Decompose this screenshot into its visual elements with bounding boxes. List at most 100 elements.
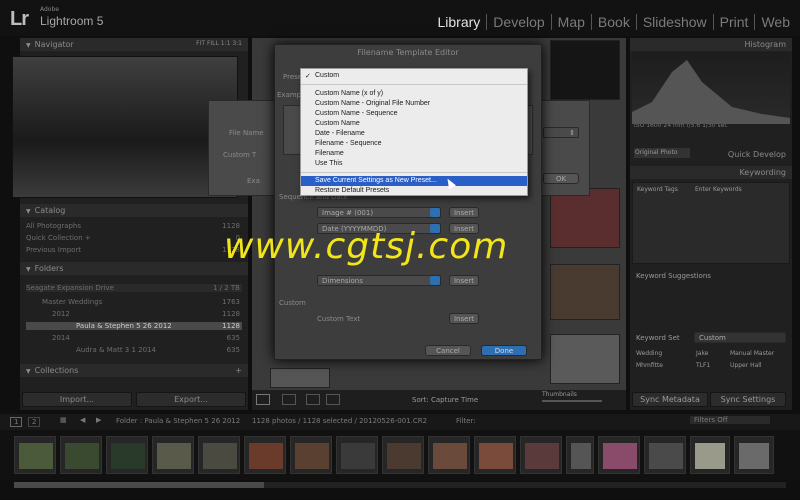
grid-thumbnail[interactable] <box>550 188 620 248</box>
grid-thumbnail[interactable] <box>550 264 620 320</box>
cancel-button[interactable]: Cancel <box>425 345 471 356</box>
module-book[interactable]: Book <box>590 14 636 30</box>
menu-item[interactable]: Date - Filename <box>301 129 527 139</box>
filmstrip-thumbnail[interactable] <box>14 436 56 474</box>
insert-button[interactable]: Insert <box>449 207 479 218</box>
folder-row[interactable]: Audra & Matt 3 1 2014 635 <box>26 346 242 354</box>
filmstrip-thumbnail[interactable] <box>566 436 594 474</box>
module-picker: Library Develop Map Book Slideshow Print… <box>432 14 797 30</box>
keyword-chip[interactable]: Mhmfitte <box>636 362 663 369</box>
quick-develop-header[interactable]: Quick Develop <box>692 148 792 161</box>
keyword-set-select[interactable]: Custom <box>694 332 786 343</box>
keywording-header[interactable]: Keywording <box>630 166 792 179</box>
image-number-select[interactable]: Image # (001) <box>317 207 441 218</box>
menu-item[interactable]: Custom Name (x of y) <box>301 89 527 99</box>
menu-item-save-preset[interactable]: Save Current Settings as New Preset... <box>301 176 527 186</box>
filmstrip-thumbnail[interactable] <box>290 436 332 474</box>
navigator-header[interactable]: ▼ Navigator FIT FILL 1:1 3:1 <box>20 38 248 51</box>
thumbnail-size-slider[interactable] <box>542 400 602 402</box>
menu-item[interactable]: Custom Name - Sequence <box>301 109 527 119</box>
filmstrip-thumbnail[interactable] <box>106 436 148 474</box>
menu-item[interactable]: Filename - Sequence <box>301 139 527 149</box>
module-web[interactable]: Web <box>754 14 796 30</box>
brand-name: Lightroom 5 <box>40 14 104 28</box>
catalog-item[interactable]: Previous Import 1128 <box>26 246 242 254</box>
page-2-button[interactable]: 2 <box>28 417 41 427</box>
grid-icon[interactable]: ▦ <box>60 416 67 424</box>
keyword-chip[interactable]: Wedding <box>636 350 662 357</box>
filmstrip-thumbnail[interactable] <box>520 436 562 474</box>
module-develop[interactable]: Develop <box>486 14 550 30</box>
menu-item[interactable]: Filename <box>301 149 527 159</box>
folder-row[interactable]: 2012 1128 <box>26 310 242 318</box>
filmstrip-thumbnail[interactable] <box>690 436 730 474</box>
dimensions-select[interactable]: Dimensions <box>317 275 441 286</box>
drive-row[interactable]: Seagate Expansion Drive 1 / 2 TB <box>26 284 242 292</box>
keyword-chip[interactable]: Manual Master <box>730 350 774 357</box>
filmstrip-thumbnail[interactable] <box>382 436 424 474</box>
filmstrip-thumbnail[interactable] <box>428 436 470 474</box>
grid-view-icon[interactable] <box>256 394 270 405</box>
add-collection-icon[interactable]: + <box>235 366 242 375</box>
navigator-preview[interactable] <box>12 56 238 198</box>
folder-row[interactable]: 2014 635 <box>26 334 242 342</box>
compare-view-icon[interactable] <box>306 394 320 405</box>
module-map[interactable]: Map <box>550 14 591 30</box>
menu-item-restore-defaults[interactable]: Restore Default Presets <box>301 186 527 196</box>
filename-select[interactable]: ⇕ <box>543 127 579 138</box>
module-library[interactable]: Library <box>432 14 487 30</box>
original-photo-toggle[interactable]: Original Photo <box>634 148 690 158</box>
navigator-zoom[interactable]: FIT FILL 1:1 3:1 <box>196 40 242 47</box>
export-button[interactable]: Export... <box>136 392 246 407</box>
sync-settings-button[interactable]: Sync Settings <box>710 392 786 407</box>
histogram-header[interactable]: Histogram <box>630 38 792 51</box>
back-arrow-icon[interactable]: ◀ <box>80 416 85 424</box>
loupe-view-icon[interactable] <box>282 394 296 405</box>
filmstrip-thumbnail[interactable] <box>198 436 240 474</box>
filmstrip-scroll-thumb[interactable] <box>14 482 264 488</box>
menu-item-custom[interactable]: ✓ Custom <box>301 71 527 81</box>
module-slideshow[interactable]: Slideshow <box>635 14 713 30</box>
ok-button[interactable]: OK <box>543 173 579 184</box>
filmstrip-thumbnail[interactable] <box>60 436 102 474</box>
folder-row[interactable]: Master Weddings 1763 <box>26 298 242 306</box>
insert-button[interactable]: Insert <box>449 275 479 286</box>
import-button[interactable]: Import... <box>22 392 132 407</box>
menu-item[interactable]: Custom Name <box>301 119 527 129</box>
menu-separator <box>301 172 527 173</box>
keyword-tags-box[interactable]: Keyword Tags Enter Keywords <box>632 182 790 264</box>
grid-thumbnail[interactable] <box>270 368 330 388</box>
page-1-button[interactable]: 1 <box>10 417 23 427</box>
done-button[interactable]: Done <box>481 345 527 356</box>
keyword-chip[interactable]: TLF1 <box>696 362 710 369</box>
catalog-item[interactable]: All Photographs 1128 <box>26 222 242 230</box>
sync-metadata-button[interactable]: Sync Metadata <box>632 392 708 407</box>
filmstrip-thumbnail[interactable] <box>244 436 286 474</box>
filmstrip-thumbnail[interactable] <box>734 436 774 474</box>
catalog-header[interactable]: ▼ Catalog <box>20 204 248 217</box>
forward-arrow-icon[interactable]: ▶ <box>96 416 101 424</box>
filmstrip-thumbnail[interactable] <box>336 436 378 474</box>
keyword-chip[interactable]: Jake <box>696 350 708 357</box>
filmstrip-thumbnail[interactable] <box>644 436 686 474</box>
keyword-chip[interactable]: Upper Hall <box>730 362 762 369</box>
dialog-title: Filename Template Editor <box>357 48 459 57</box>
insert-button[interactable]: Insert <box>449 313 479 324</box>
sort-control[interactable]: Sort: Capture Time <box>412 396 478 404</box>
module-print[interactable]: Print <box>712 14 755 30</box>
filter-select[interactable]: Filters Off <box>690 416 770 424</box>
menu-item[interactable]: Use This <box>301 159 527 169</box>
folder-path[interactable]: Folder : Paula & Stephen 5 26 2012 <box>116 417 240 425</box>
grid-thumbnail[interactable] <box>550 40 620 100</box>
survey-view-icon[interactable] <box>326 394 340 405</box>
filmstrip-thumbnail[interactable] <box>152 436 194 474</box>
filmstrip-thumbnail[interactable] <box>598 436 640 474</box>
collections-header[interactable]: ▼ Collections + <box>20 364 248 377</box>
folders-header[interactable]: ▼ Folders <box>20 262 248 275</box>
catalog-item[interactable]: Quick Collection +0 <box>26 234 242 242</box>
grid-thumbnail[interactable] <box>550 334 620 384</box>
menu-item[interactable]: Custom Name - Original File Number <box>301 99 527 109</box>
folder-row-selected[interactable]: Paula & Stephen 5 26 2012 1128 <box>26 322 242 330</box>
filmstrip-thumbnail[interactable] <box>474 436 516 474</box>
expand-triangle-icon: ▼ <box>26 368 31 375</box>
